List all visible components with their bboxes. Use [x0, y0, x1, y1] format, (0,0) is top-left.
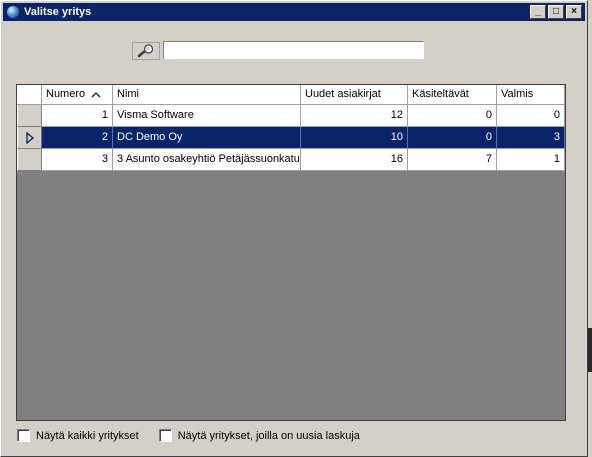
column-label: Numero	[46, 88, 86, 100]
cell-kasiteltavat: 7	[408, 149, 497, 171]
close-button[interactable]: ×	[566, 5, 582, 19]
column-header-numero[interactable]: Numero	[42, 85, 113, 105]
column-label: Nimi	[117, 88, 139, 100]
cell-uudet-asiakirjat: 16	[301, 149, 408, 171]
minimize-button[interactable]: _	[530, 5, 546, 19]
show-companies-with-new-invoices-checkbox[interactable]: Näytä yritykset, joilla on uusia laskuja	[158, 429, 360, 442]
show-all-companies-checkbox[interactable]: Näytä kaikki yritykset	[17, 429, 139, 442]
column-label: Uudet asiakirjat	[305, 88, 381, 100]
minimize-icon: _	[535, 6, 541, 17]
cell-numero: 3	[42, 149, 113, 171]
cell-valmis: 3	[497, 127, 565, 149]
cell-uudet-asiakirjat: 10	[301, 127, 408, 149]
column-label: Käsiteltävät	[412, 88, 469, 100]
background-edge	[588, 0, 592, 457]
column-header-kasiteltavat[interactable]: Käsiteltävät	[408, 85, 497, 105]
table-row[interactable]: 2 DC Demo Oy 10 0 3	[17, 127, 565, 149]
column-header-nimi[interactable]: Nimi	[113, 85, 301, 105]
column-label: Valmis	[501, 88, 534, 100]
background-edge-dark	[588, 328, 592, 372]
cell-valmis: 0	[497, 105, 565, 127]
checkbox-box[interactable]	[17, 429, 30, 442]
cell-nimi: 3 Asunto osakeyhtiö Petäjässuonkatu	[113, 149, 301, 171]
cell-uudet-asiakirjat: 12	[301, 105, 408, 127]
cell-numero: 1	[42, 105, 113, 127]
column-header-valmis[interactable]: Valmis	[497, 85, 565, 105]
window-title: Valitse yritys	[24, 6, 92, 18]
globe-icon	[6, 5, 20, 19]
company-select-window: Valitse yritys _ □ × Numero Nimi Uudet a…	[0, 0, 588, 457]
cell-nimi: Visma Software	[113, 105, 301, 127]
cell-nimi: DC Demo Oy	[113, 127, 301, 149]
search-button[interactable]	[132, 42, 160, 60]
grid-header: Numero Nimi Uudet asiakirjat Käsiteltävä…	[17, 85, 565, 105]
maximize-button[interactable]: □	[548, 5, 564, 19]
row-selector[interactable]	[17, 149, 42, 171]
table-row[interactable]: 3 3 Asunto osakeyhtiö Petäjässuonkatu 16…	[17, 149, 565, 171]
row-pointer-icon	[25, 131, 34, 144]
checkbox-label: Näytä yritykset, joilla on uusia laskuja	[177, 429, 360, 442]
sort-ascending-icon	[91, 91, 101, 98]
magnifier-icon	[137, 44, 154, 58]
table-row[interactable]: 1 Visma Software 12 0 0	[17, 105, 565, 127]
row-selector[interactable]	[17, 127, 42, 149]
search-input[interactable]	[163, 41, 424, 59]
cell-numero: 2	[42, 127, 113, 149]
checkbox-box[interactable]	[158, 429, 172, 442]
company-grid[interactable]: Numero Nimi Uudet asiakirjat Käsiteltävä…	[16, 84, 566, 421]
maximize-icon: □	[552, 6, 560, 17]
column-header-uudet-asiakirjat[interactable]: Uudet asiakirjat	[301, 85, 408, 105]
cell-valmis: 1	[497, 149, 565, 171]
title-bar[interactable]: Valitse yritys _ □ ×	[3, 3, 585, 21]
close-icon: ×	[571, 6, 577, 17]
checkbox-label: Näytä kaikki yritykset	[36, 429, 139, 442]
row-selector-header	[17, 85, 42, 105]
row-selector[interactable]	[17, 105, 42, 127]
cell-kasiteltavat: 0	[408, 127, 497, 149]
footer: Näytä kaikki yritykset Näytä yritykset, …	[17, 429, 380, 442]
cell-kasiteltavat: 0	[408, 105, 497, 127]
